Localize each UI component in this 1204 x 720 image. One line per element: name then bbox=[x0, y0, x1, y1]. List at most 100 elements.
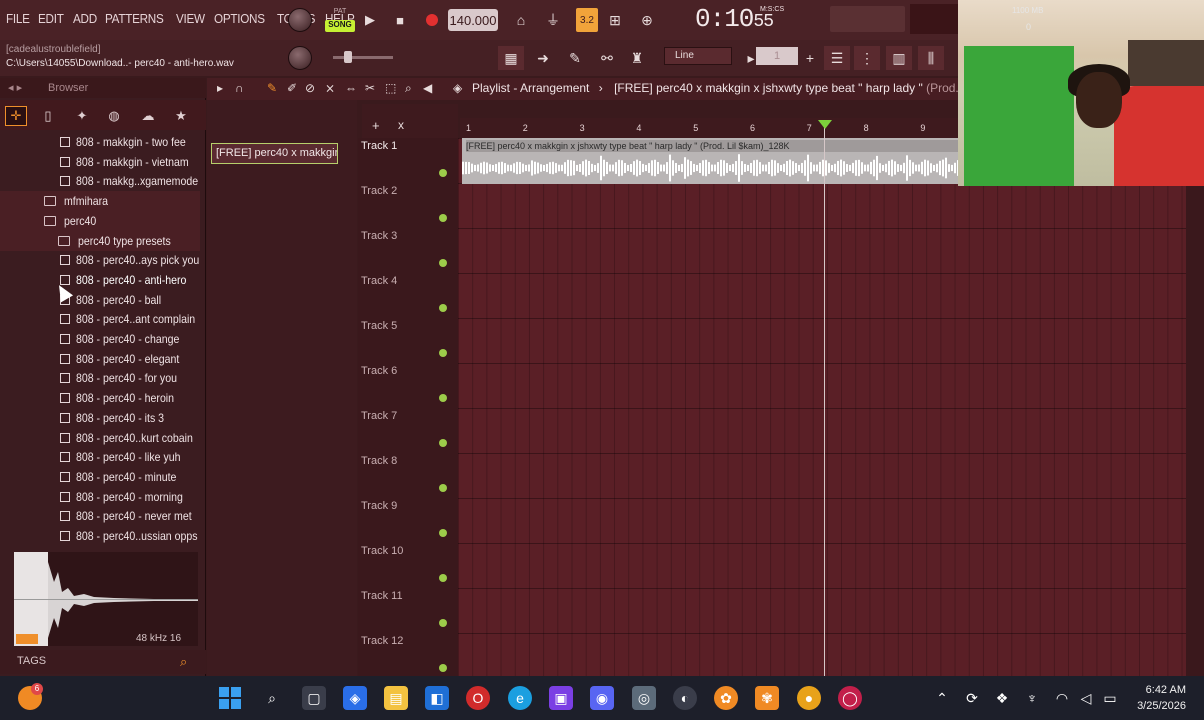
menu-add[interactable]: ADD bbox=[73, 11, 97, 26]
browser-file[interactable]: 808 - perc40..kurt cobain bbox=[0, 428, 200, 448]
task-view-icon[interactable]: ▢ bbox=[302, 686, 326, 710]
browser-file[interactable]: 808 - perc40..ays pick you bbox=[0, 250, 200, 270]
fl-studio-active-icon[interactable]: ✾ bbox=[755, 686, 779, 710]
draw-tool-icon[interactable]: ✎ bbox=[267, 81, 277, 95]
delete-tool-icon[interactable]: ⊘ bbox=[305, 81, 315, 95]
browser-file[interactable]: 808 - perc40 - minute bbox=[0, 467, 200, 487]
typing-keyboard-toggle[interactable]: 3.2 bbox=[576, 8, 598, 32]
browser-folder[interactable]: mfmihara bbox=[0, 191, 200, 212]
fl-studio-icon[interactable]: ✿ bbox=[714, 686, 738, 710]
track-mute-led[interactable] bbox=[439, 394, 447, 402]
track-label[interactable]: Track 3 bbox=[361, 230, 397, 242]
track-label[interactable]: Track 4 bbox=[361, 275, 397, 287]
paint-tool-icon[interactable]: ✐ bbox=[287, 81, 297, 95]
record-button[interactable] bbox=[420, 10, 444, 30]
channel-rack-icon[interactable]: ⋮ bbox=[854, 46, 880, 70]
browser-file[interactable]: 808 - perc40 - morning bbox=[0, 487, 200, 507]
plus-icon[interactable]: + bbox=[797, 46, 823, 70]
browser-file[interactable]: 808 - perc40 - change bbox=[0, 329, 200, 349]
playback-tool-icon[interactable]: ◀ bbox=[423, 81, 432, 95]
clock-time[interactable]: 6:42 AM bbox=[1128, 684, 1186, 696]
magnet-icon[interactable]: ∩ bbox=[235, 81, 244, 95]
pencil-icon[interactable]: ✎ bbox=[562, 46, 588, 70]
link-icon[interactable]: ⚯ bbox=[594, 46, 620, 70]
opera-gx-icon[interactable]: ◯ bbox=[838, 686, 862, 710]
track-mute-led[interactable] bbox=[439, 169, 447, 177]
browser-file[interactable]: 808 - perc40 - heroin bbox=[0, 388, 200, 408]
chrome-icon[interactable]: ● bbox=[797, 686, 821, 710]
track-label[interactable]: Track 12 bbox=[361, 635, 403, 647]
loop-record-icon[interactable]: ⊕ bbox=[634, 8, 660, 32]
github-icon[interactable]: ◐ bbox=[673, 686, 697, 710]
edge-icon[interactable]: e bbox=[508, 686, 532, 710]
stamp-icon[interactable]: ♜ bbox=[624, 46, 650, 70]
browser-file[interactable]: 808 - makkg..xgamemode bbox=[0, 171, 200, 191]
browser-file[interactable]: 808 - perc4..ant complain bbox=[0, 309, 200, 329]
browser-file[interactable]: 808 - perc40 - its 3 bbox=[0, 408, 200, 428]
store-icon[interactable]: ◧ bbox=[425, 686, 449, 710]
snap-select[interactable]: Line bbox=[664, 47, 732, 65]
browser-file[interactable]: 808 - perc40 - anti-hero☆ bbox=[0, 270, 200, 290]
dropbox-icon[interactable]: ❖ bbox=[990, 686, 1014, 710]
media-icon[interactable]: ▣ bbox=[549, 686, 573, 710]
piano-roll-icon[interactable]: ▦ bbox=[498, 46, 524, 70]
track-mute-led[interactable] bbox=[439, 574, 447, 582]
wait-input-icon[interactable]: ⏚ bbox=[540, 8, 566, 32]
microphone-icon[interactable]: ♆ bbox=[1020, 686, 1044, 710]
browser-all-tab[interactable]: ✛ bbox=[5, 106, 27, 126]
slip-tool-icon[interactable]: ⇔ bbox=[345, 81, 357, 95]
playhead[interactable] bbox=[823, 124, 825, 676]
menu-file[interactable]: FILE bbox=[6, 11, 30, 26]
sample-preview[interactable] bbox=[14, 552, 198, 646]
file-explorer-icon[interactable]: ▤ bbox=[384, 686, 408, 710]
zoom-tool-icon[interactable]: ⌕ bbox=[405, 81, 412, 96]
browser-file[interactable]: 808 - perc40 - never met bbox=[0, 506, 200, 526]
pat-song-toggle[interactable]: PAT SONG bbox=[325, 8, 355, 34]
close-icon[interactable]: x bbox=[398, 118, 404, 132]
browser-cloud-tab[interactable]: ☁ bbox=[137, 106, 159, 126]
slice-tool-icon[interactable]: ✂ bbox=[365, 81, 375, 95]
track-label[interactable]: Track 9 bbox=[361, 500, 397, 512]
track-mute-led[interactable] bbox=[439, 349, 447, 357]
battery-icon[interactable]: ▭ bbox=[1098, 686, 1122, 710]
track-label[interactable]: Track 5 bbox=[361, 320, 397, 332]
opera-icon[interactable]: O bbox=[466, 686, 490, 710]
master-volume-knob[interactable] bbox=[288, 8, 312, 32]
menu-edit[interactable]: EDIT bbox=[38, 11, 64, 26]
start-button[interactable] bbox=[218, 686, 242, 710]
track-label[interactable]: Track 7 bbox=[361, 410, 397, 422]
play-button[interactable]: ▶ bbox=[358, 10, 382, 30]
tempo-display[interactable]: 140.000 bbox=[448, 9, 498, 31]
track-mute-led[interactable] bbox=[439, 529, 447, 537]
pattern-clip[interactable]: [FREE] perc40 x makkgin.. bbox=[211, 143, 338, 164]
browser-folder[interactable]: perc40 type presets bbox=[0, 230, 200, 251]
metronome-icon[interactable]: ⌂ bbox=[508, 8, 534, 32]
search-taskbar-icon[interactable]: ⌕ bbox=[260, 686, 284, 710]
track-label[interactable]: Track 11 bbox=[361, 590, 403, 602]
browser-online-tab[interactable]: ◍ bbox=[103, 106, 125, 126]
track-mute-led[interactable] bbox=[439, 304, 447, 312]
volume-icon[interactable]: ◁ bbox=[1074, 686, 1098, 710]
master-pitch-knob[interactable] bbox=[288, 46, 312, 70]
browser-file[interactable]: 808 - perc40 - ball bbox=[0, 290, 200, 310]
track-mute-led[interactable] bbox=[439, 664, 447, 672]
mixer-icon[interactable]: ⫼ bbox=[918, 46, 944, 70]
master-slider[interactable] bbox=[333, 56, 393, 59]
step-edit-icon[interactable]: ⊞ bbox=[602, 8, 628, 32]
browser-nav-icon[interactable]: ◂ ▸ bbox=[8, 81, 22, 94]
search-icon[interactable]: ⌕ bbox=[180, 654, 187, 670]
sync-icon[interactable]: ⟳ bbox=[960, 686, 984, 710]
stop-button[interactable]: ■ bbox=[388, 10, 412, 30]
step-value-field[interactable]: 1 bbox=[756, 47, 798, 65]
clock-date[interactable]: 3/25/2026 bbox=[1128, 700, 1186, 712]
track-label[interactable]: Track 8 bbox=[361, 455, 397, 467]
track-label[interactable]: Track 1 bbox=[361, 140, 397, 152]
tags-label[interactable]: TAGS bbox=[17, 655, 46, 667]
track-label[interactable]: Track 6 bbox=[361, 365, 397, 377]
wifi-icon[interactable]: ◠ bbox=[1050, 686, 1074, 710]
track-label[interactable]: Track 10 bbox=[361, 545, 403, 557]
track-mute-led[interactable] bbox=[439, 484, 447, 492]
playlist-arrow-icon[interactable]: ▸ bbox=[217, 81, 223, 95]
track-mute-led[interactable] bbox=[439, 259, 447, 267]
select-tool-icon[interactable]: ⬚ bbox=[385, 81, 396, 95]
